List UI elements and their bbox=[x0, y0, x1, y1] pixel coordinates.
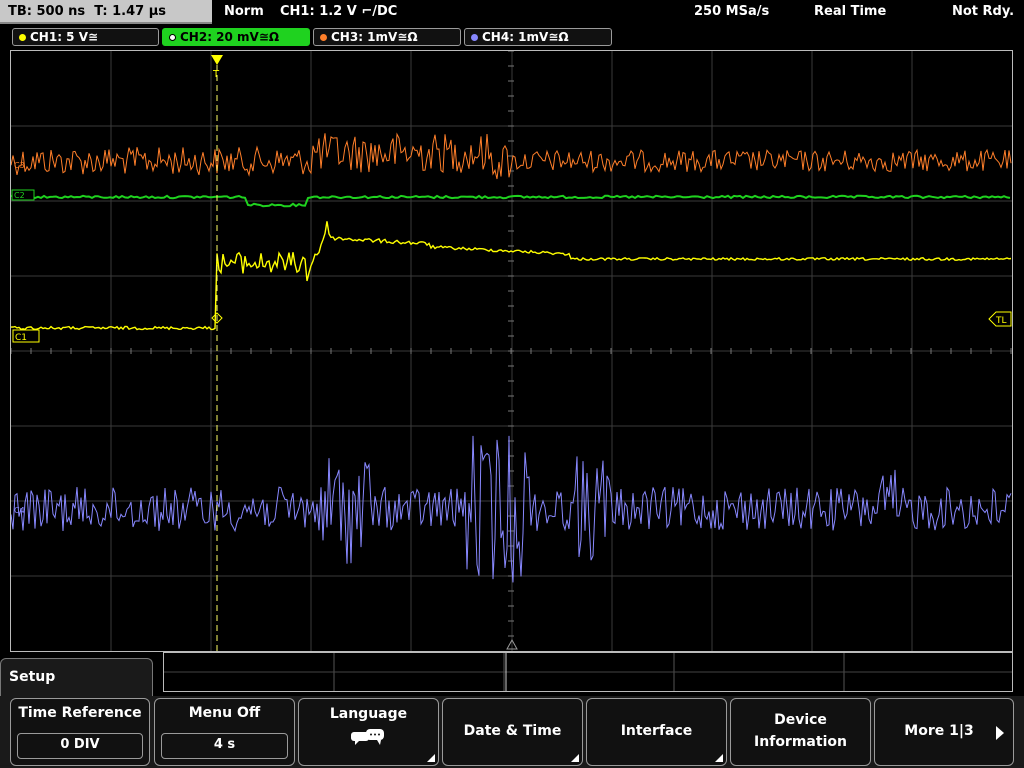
ch3-label: CH3: 1mV≅Ω bbox=[331, 30, 418, 44]
interface-button[interactable]: Interface bbox=[586, 698, 727, 766]
trigger-mode[interactable]: Norm bbox=[224, 0, 264, 24]
ch3-ref-marker[interactable]: C3 bbox=[14, 161, 25, 170]
device-information-label-line1: Device bbox=[774, 712, 827, 728]
channel-tab-ch2[interactable]: CH2: 20 mV≅Ω bbox=[162, 28, 310, 46]
trigger-settings[interactable]: CH1: 1.2 V ⌐/DC bbox=[280, 0, 397, 24]
channel-tab-ch3[interactable]: CH3: 1mV≅Ω bbox=[313, 28, 461, 46]
right-arrow-icon bbox=[996, 726, 1004, 740]
ch1-waveform bbox=[11, 221, 1012, 331]
ch3-color-dot bbox=[320, 34, 327, 41]
acquisition-mode: Real Time bbox=[814, 4, 887, 19]
device-information-label-line2: Information bbox=[754, 734, 847, 750]
ch4-waveform bbox=[11, 435, 1012, 583]
submenu-corner-icon bbox=[571, 754, 579, 762]
timebase-readout[interactable]: TB: 500 ns T: 1.47 µs bbox=[0, 0, 212, 24]
submenu-corner-icon bbox=[427, 754, 435, 762]
more-label: More 1|3 bbox=[904, 723, 974, 739]
device-information-button[interactable]: Device Information bbox=[730, 698, 871, 766]
ch1-color-dot bbox=[19, 34, 26, 41]
menu-off-button[interactable]: Menu Off 4 s bbox=[154, 698, 295, 766]
language-label: Language bbox=[329, 706, 408, 722]
more-button[interactable]: More 1|3 bbox=[874, 698, 1014, 766]
sample-rate: 250 MSa/s bbox=[694, 4, 770, 19]
menu-off-value: 4 s bbox=[161, 733, 288, 759]
menu-off-label: Menu Off bbox=[188, 705, 261, 721]
ch4-color-dot bbox=[471, 34, 478, 41]
channel-tab-ch4[interactable]: CH4: 1mV≅Ω bbox=[464, 28, 612, 46]
acquisition-state: Not Rdy. bbox=[952, 4, 1015, 19]
ch1-label: CH1: 5 V≅ bbox=[30, 30, 99, 44]
menu-title: Setup bbox=[9, 669, 56, 685]
ch2-color-dot bbox=[169, 34, 176, 41]
ch2-ref-marker: C2 bbox=[14, 191, 25, 200]
ch4-label: CH4: 1mV≅Ω bbox=[482, 30, 569, 44]
trigger-time-value: T: 1.47 µs bbox=[94, 4, 167, 19]
ch2-label: CH2: 20 mV≅Ω bbox=[180, 30, 280, 44]
timebase-value: TB: 500 ns bbox=[8, 4, 86, 19]
overview-strip-grid bbox=[164, 653, 1012, 691]
waveform-canvas[interactable]: T C1 C2 C3 C4 TL bbox=[11, 51, 1012, 651]
ch4-ref-marker[interactable]: C4 bbox=[14, 506, 25, 515]
trigger-level-marker: TL bbox=[995, 316, 1007, 326]
date-time-button[interactable]: Date & Time bbox=[442, 698, 583, 766]
trigger-position-marker: T bbox=[212, 69, 220, 80]
time-reference-value: 0 DIV bbox=[17, 733, 143, 759]
language-button[interactable]: Language bbox=[298, 698, 439, 766]
channel-tab-ch1[interactable]: CH1: 5 V≅ bbox=[12, 28, 159, 46]
interface-label: Interface bbox=[620, 723, 693, 739]
date-time-label: Date & Time bbox=[463, 723, 562, 739]
waveform-display[interactable]: T C1 C2 C3 C4 TL bbox=[10, 50, 1013, 652]
ch1-ref-marker: C1 bbox=[15, 333, 27, 343]
time-reference-button[interactable]: Time Reference 0 DIV bbox=[10, 698, 150, 766]
trigger-position-icon[interactable] bbox=[211, 55, 223, 65]
time-reference-label: Time Reference bbox=[18, 705, 142, 721]
overview-strip bbox=[163, 652, 1013, 692]
menu-title-tab: Setup bbox=[0, 658, 153, 698]
speech-bubbles-icon bbox=[350, 729, 384, 745]
submenu-corner-icon bbox=[715, 754, 723, 762]
